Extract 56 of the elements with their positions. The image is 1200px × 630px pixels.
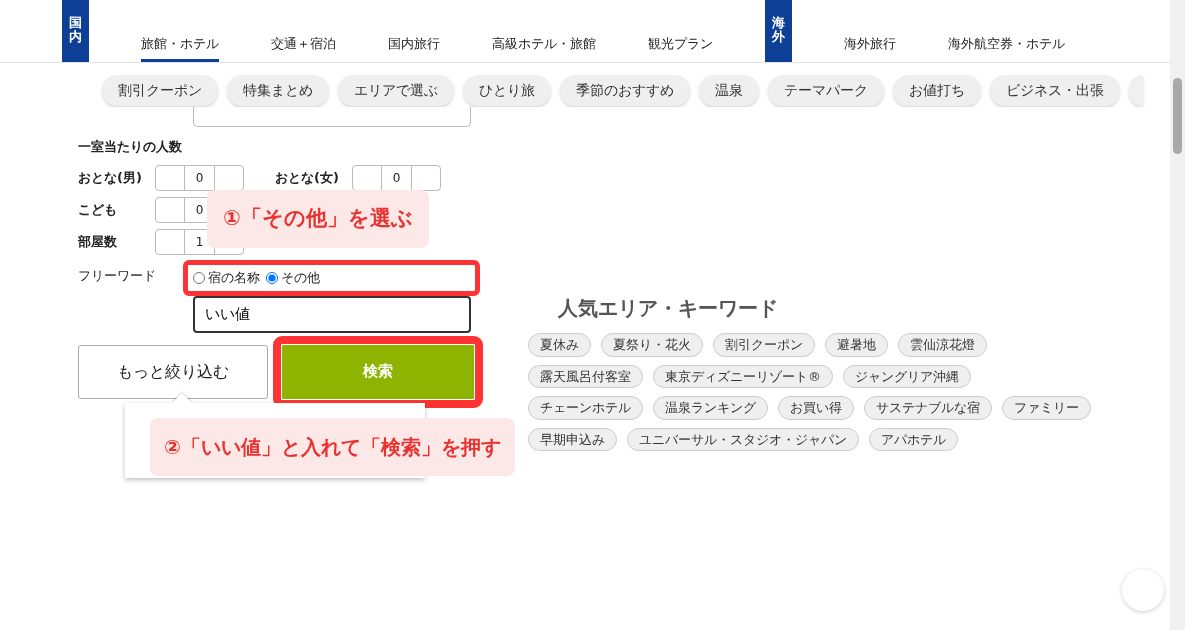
refine-button[interactable]: もっと絞り込む — [78, 344, 268, 399]
keyword-tag[interactable]: ジャングリア沖縄 — [843, 364, 971, 388]
scrollbar[interactable] — [1170, 0, 1185, 630]
floating-button[interactable] — [1122, 569, 1164, 611]
field-label: おとな(女) — [275, 168, 340, 187]
nav-tab[interactable]: 高級ホテル・旅館 — [492, 33, 596, 62]
partial-chip[interactable] — [1129, 75, 1143, 106]
category-chip[interactable]: ビジネス・出張 — [990, 75, 1120, 106]
category-chip[interactable]: 温泉 — [699, 75, 759, 106]
radio-button[interactable] — [266, 271, 278, 284]
section-title: 一室当たりの人数 — [78, 138, 183, 156]
nav-tab[interactable]: 海外航空券・ホテル — [948, 33, 1065, 62]
stepper-value: 0 — [185, 165, 215, 190]
nav-tab[interactable]: 旅館・ホテル — [141, 33, 219, 62]
keyword-tag[interactable]: 夏祭り・花火 — [601, 333, 703, 357]
keyword-tag[interactable]: 温泉ランキング — [653, 396, 768, 420]
keyword-tag[interactable]: 東京ディズニーリゾート® — [653, 364, 833, 388]
category-chip[interactable]: 特集まとめ — [227, 75, 329, 106]
category-chip[interactable]: ひとり旅 — [463, 75, 551, 106]
field-label: フリーワード — [78, 266, 157, 285]
radio-button[interactable] — [193, 271, 205, 284]
category-chip[interactable]: 季節のおすすめ — [560, 75, 690, 106]
keyword-tag[interactable]: ファミリー — [1002, 396, 1091, 420]
keyword-tag[interactable]: 早期申込み — [528, 427, 617, 451]
field-label: こども — [78, 200, 118, 219]
keyword-tag[interactable]: ユニバーサル・スタジオ・ジャパン — [627, 427, 859, 451]
stepper-value: 0 — [382, 165, 412, 190]
annotation-tooltip: ②「いい値」と入れて「検索」を押す — [150, 418, 515, 476]
keyword-tag[interactable]: 露天風呂付客室 — [528, 364, 643, 388]
nav-tab[interactable]: 海外旅行 — [844, 33, 896, 62]
field-label: おとな(男) — [78, 168, 143, 187]
category-chip[interactable]: お値打ち — [893, 75, 981, 106]
radio-label[interactable]: その他 — [281, 267, 320, 288]
nav-tab[interactable]: 交通＋宿泊 — [271, 33, 336, 62]
keyword-tag[interactable]: サステナブルな宿 — [864, 396, 992, 420]
keyword-tag[interactable]: 避暑地 — [825, 333, 888, 357]
keyword-tag[interactable]: 雲仙涼花燈 — [898, 333, 987, 357]
keyword-tag[interactable]: チェーンホテル — [528, 396, 643, 420]
input-field[interactable] — [193, 107, 471, 127]
category-chip[interactable]: エリアで選ぶ — [338, 75, 454, 106]
category-chip[interactable]: 割引クーポン — [102, 75, 218, 106]
nav-tab[interactable]: 観光プラン — [648, 33, 713, 62]
category-chip[interactable]: テーマパーク — [768, 75, 884, 106]
keyword-tag[interactable]: お買い得 — [778, 396, 854, 420]
field-label: 部屋数 — [78, 232, 118, 251]
radio-label[interactable]: 宿の名称 — [208, 267, 260, 288]
keyword-tag[interactable]: 夏休み — [528, 333, 591, 357]
keyword-tag[interactable]: アパホテル — [869, 427, 958, 451]
region-label: 国内 — [62, 0, 89, 62]
keyword-input[interactable]: いい値 — [193, 295, 471, 333]
keyword-tag[interactable]: 割引クーポン — [713, 333, 815, 357]
section-title: 人気エリア・キーワード — [558, 295, 779, 322]
nav-tab[interactable]: 国内旅行 — [388, 33, 440, 62]
region-label: 海外 — [765, 0, 792, 62]
scrollbar-thumb[interactable] — [1173, 78, 1182, 154]
annotation-tooltip: ①「その他」を選ぶ — [207, 190, 429, 248]
